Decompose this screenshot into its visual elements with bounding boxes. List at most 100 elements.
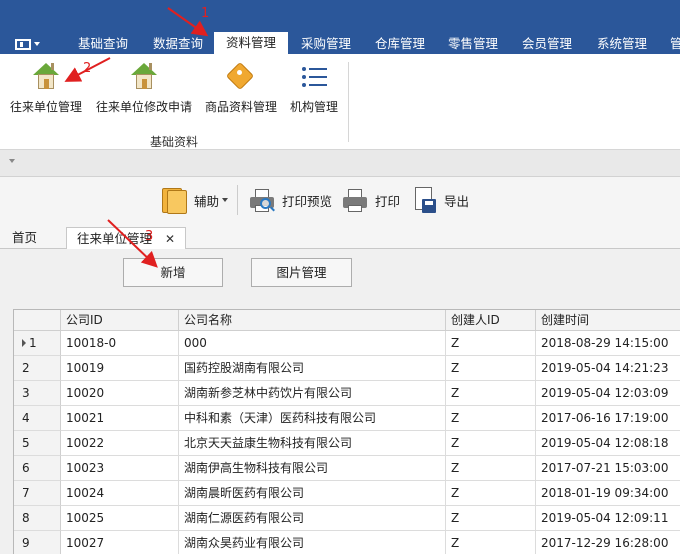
table-row[interactable]: 5 10022 北京天天益康生物科技有限公司 Z 2019-05-04 12:08:18 [14,431,680,456]
cell-company-id[interactable]: 10019 [61,356,179,381]
product-management-label: 商品资料管理 [205,100,278,114]
ribbon-tab-system[interactable]: 系统管理 [597,33,647,54]
row-number-label: 5 [22,436,30,450]
cell-creator-id[interactable]: Z [446,406,536,431]
ribbon-tab-bar: 基础查询 数据查询 资料管理 采购管理 仓库管理 零售管理 会员管理 系统管理 … [0,0,680,54]
cell-creator-id[interactable]: Z [446,531,536,554]
cell-company-id[interactable]: 10027 [61,531,179,554]
cell-company-id[interactable]: 10022 [61,431,179,456]
table-row[interactable]: 3 10020 湖南新参芝林中药饮片有限公司 Z 2019-05-04 12:03:09 [14,381,680,406]
close-icon[interactable]: ✕ [165,229,175,250]
table-row[interactable]: 1 10018-0 000 Z 2018-08-29 14:15:00 [14,331,680,356]
row-number[interactable]: 5 [14,431,61,456]
print-button[interactable]: 打印 [341,187,400,213]
partner-change-request-button[interactable]: 往来单位修改申请 [96,60,192,115]
image-management-button[interactable]: 图片管理 [251,258,352,287]
row-number-label: 8 [22,511,30,525]
cell-creator-id[interactable]: Z [446,431,536,456]
cell-company-name[interactable]: 000 [179,331,446,356]
print-preview-button[interactable]: 打印预览 [248,187,332,213]
row-number[interactable]: 8 [14,506,61,531]
cell-created-time[interactable]: 2019-05-04 12:09:11 [536,506,680,531]
cell-creator-id[interactable]: Z [446,481,536,506]
table-row[interactable]: 2 10019 国药控股湖南有限公司 Z 2019-05-04 14:21:23 [14,356,680,381]
column-header-company-id[interactable]: 公司ID [61,310,179,331]
ribbon-tab-basic-query[interactable]: 基础查询 [78,33,128,54]
cell-company-id[interactable]: 10024 [61,481,179,506]
ribbon-tab-overflow[interactable]: 管 [670,33,680,54]
row-number[interactable]: 9 [14,531,61,554]
cell-company-name[interactable]: 北京天天益康生物科技有限公司 [179,431,446,456]
cell-creator-id[interactable]: Z [446,456,536,481]
cell-created-time[interactable]: 2017-12-29 16:28:00 [536,531,680,554]
cell-company-id[interactable]: 10023 [61,456,179,481]
cell-created-time[interactable]: 2019-05-04 12:03:09 [536,381,680,406]
cell-company-name[interactable]: 湖南伊高生物科技有限公司 [179,456,446,481]
table-row[interactable]: 7 10024 湖南晨昕医药有限公司 Z 2018-01-19 09:34:00 [14,481,680,506]
add-button[interactable]: 新增 [123,258,223,287]
ribbon-collapse-strip [0,150,680,177]
print-preview-label: 打印预览 [282,193,333,209]
table-row[interactable]: 8 10025 湖南仁源医药有限公司 Z 2019-05-04 12:09:11 [14,506,680,531]
cell-created-time[interactable]: 2018-08-29 14:15:00 [536,331,680,356]
cell-company-id[interactable]: 10018-0 [61,331,179,356]
ribbon-group-separator [348,62,349,142]
assist-dropdown-button[interactable]: 辅助 [160,187,229,214]
chevron-down-icon [33,42,40,46]
ribbon-panel: 往来单位管理 往来单位修改申请 商品资料管理 机构管理 基础资料 [0,54,680,150]
cell-created-time[interactable]: 2019-05-04 12:08:18 [536,431,680,456]
column-header-company-name[interactable]: 公司名称 [179,310,446,331]
ribbon-tab-data-query[interactable]: 数据查询 [153,33,203,54]
organization-management-button[interactable]: 机构管理 [290,60,338,115]
cell-created-time[interactable]: 2017-06-16 17:19:00 [536,406,680,431]
toolbar-separator [237,185,238,215]
print-preview-icon [248,186,276,214]
product-management-button[interactable]: 商品资料管理 [205,60,277,115]
tab-partner-management[interactable]: 往来单位管理 ✕ [66,227,187,250]
row-number-label: 2 [22,361,30,375]
cell-company-name[interactable]: 湖南晨昕医药有限公司 [179,481,446,506]
ribbon-tab-purchase[interactable]: 采购管理 [301,33,351,54]
toolbar: 辅助 打印预览 打印 导出 [0,177,680,223]
export-button[interactable]: 导出 [410,187,469,213]
cell-company-name[interactable]: 湖南新参芝林中药饮片有限公司 [179,381,446,406]
cell-creator-id[interactable]: Z [446,506,536,531]
cell-creator-id[interactable]: Z [446,356,536,381]
column-header-created-time[interactable]: 创建时间 [536,310,680,331]
table-row[interactable]: 9 10027 湖南众昊药业有限公司 Z 2017-12-29 16:28:00 [14,531,680,554]
cell-company-name[interactable]: 湖南众昊药业有限公司 [179,531,446,554]
tag-icon [224,60,258,94]
cell-created-time[interactable]: 2019-05-04 14:21:23 [536,356,680,381]
tab-home[interactable]: 首页 [2,227,47,249]
chevron-down-icon[interactable] [9,159,15,163]
cell-created-time[interactable]: 2017-07-21 15:03:00 [536,456,680,481]
partner-management-button[interactable]: 往来单位管理 [10,60,82,115]
row-number[interactable]: 6 [14,456,61,481]
chevron-down-icon [222,198,229,202]
cell-company-id[interactable]: 10021 [61,406,179,431]
row-number[interactable]: 1 [14,331,61,356]
table-row[interactable]: 6 10023 湖南伊高生物科技有限公司 Z 2017-07-21 15:03:00 [14,456,680,481]
cell-company-id[interactable]: 10025 [61,506,179,531]
row-number[interactable]: 7 [14,481,61,506]
row-number[interactable]: 4 [14,406,61,431]
column-header-creator-id[interactable]: 创建人ID [446,310,536,331]
cell-company-name[interactable]: 中科和素（天津）医药科技有限公司 [179,406,446,431]
ribbon-group-label: 基础资料 [149,135,198,149]
cell-created-time[interactable]: 2018-01-19 09:34:00 [536,481,680,506]
cell-company-id[interactable]: 10020 [61,381,179,406]
row-number-label: 1 [29,336,37,350]
cell-creator-id[interactable]: Z [446,331,536,356]
app-menu-button[interactable] [12,34,42,54]
row-number[interactable]: 3 [14,381,61,406]
ribbon-tab-retail[interactable]: 零售管理 [448,33,498,54]
cell-company-name[interactable]: 国药控股湖南有限公司 [179,356,446,381]
ribbon-tab-warehouse[interactable]: 仓库管理 [375,33,425,54]
cell-creator-id[interactable]: Z [446,381,536,406]
table-row[interactable]: 4 10021 中科和素（天津）医药科技有限公司 Z 2017-06-16 17:19:… [14,406,680,431]
export-label: 导出 [444,193,470,209]
ribbon-tab-data-management[interactable]: 资料管理 [214,32,289,54]
cell-company-name[interactable]: 湖南仁源医药有限公司 [179,506,446,531]
row-number[interactable]: 2 [14,356,61,381]
ribbon-tab-member[interactable]: 会员管理 [522,33,572,54]
